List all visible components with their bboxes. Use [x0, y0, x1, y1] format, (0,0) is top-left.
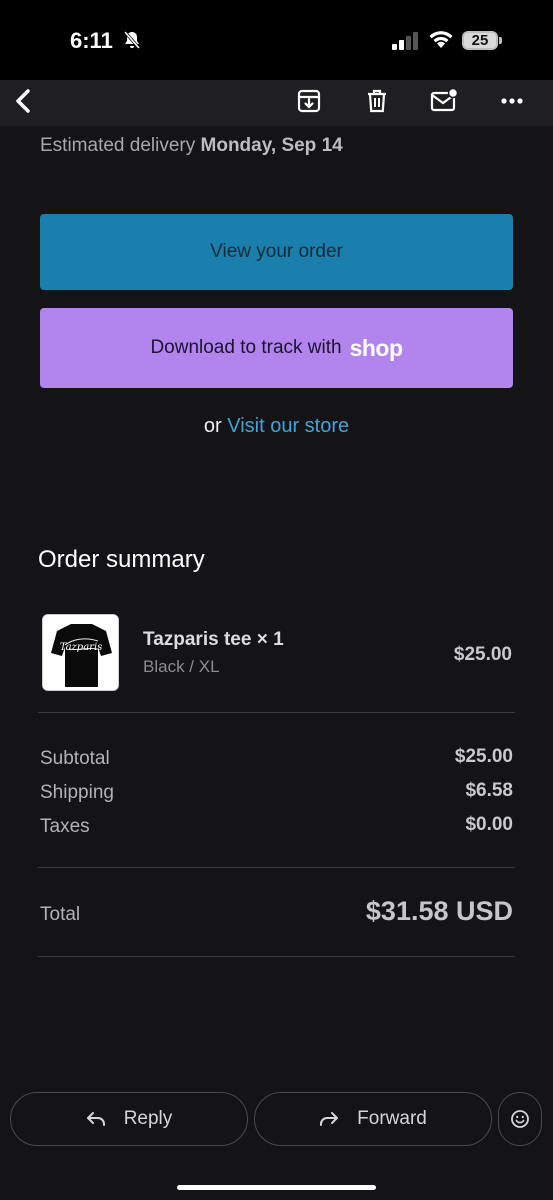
- total-label: Total: [40, 904, 81, 925]
- forward-label: Forward: [357, 1108, 427, 1129]
- subtotal-label: Subtotal: [40, 748, 110, 769]
- download-shop-label: Download to track with: [150, 337, 342, 358]
- delivery-date: Monday, Sep 14: [200, 135, 343, 156]
- total-value: $31.58 USD: [365, 896, 513, 926]
- shipping-value: $6.58: [465, 780, 513, 801]
- shop-logo: shop: [349, 334, 403, 361]
- visit-store-link[interactable]: Visit our store: [227, 415, 349, 437]
- taxes-value: $0.00: [465, 814, 513, 835]
- emoji-icon[interactable]: [498, 1092, 542, 1146]
- reply-label: Reply: [123, 1108, 173, 1129]
- taxes-label: Taxes: [40, 816, 90, 837]
- wifi-icon: [428, 29, 454, 54]
- visit-store-line: or Visit our store: [0, 415, 553, 438]
- product-name: Tazparis tee × 1: [143, 629, 284, 650]
- home-indicator: [177, 1185, 376, 1190]
- clock: 6:11: [70, 28, 113, 53]
- more-icon[interactable]: [496, 85, 528, 117]
- thumb-brand-text: Tazparis: [60, 642, 103, 653]
- delivery-label: Estimated delivery: [40, 135, 196, 156]
- divider: [38, 867, 515, 868]
- download-shop-button[interactable]: Download to track with shop: [40, 308, 513, 388]
- status-bar: 6:11 25: [0, 0, 553, 80]
- estimated-delivery: Estimated delivery Monday, Sep 14: [40, 135, 343, 157]
- bell-muted-icon: [122, 30, 142, 55]
- subtotal-value: $25.00: [454, 746, 513, 767]
- visit-prefix: or: [203, 415, 222, 437]
- battery-indicator: 25: [462, 31, 498, 50]
- cellular-signal-icon: [392, 32, 420, 55]
- forward-button[interactable]: Forward: [254, 1092, 492, 1146]
- product-thumbnail[interactable]: Tazparis: [42, 614, 119, 691]
- mail-toolbar: [0, 80, 553, 126]
- reply-bar: Reply Forward: [0, 1090, 553, 1200]
- mail-unread-icon[interactable]: [428, 85, 460, 117]
- divider: [38, 712, 515, 713]
- reply-button[interactable]: Reply: [10, 1092, 248, 1146]
- back-chevron-icon[interactable]: [8, 85, 40, 117]
- battery-tip: [499, 37, 502, 44]
- view-order-button[interactable]: View your order: [40, 214, 513, 290]
- divider: [38, 956, 515, 957]
- product-variant: Black / XL: [143, 657, 220, 676]
- archive-icon[interactable]: [293, 85, 325, 117]
- shipping-label: Shipping: [40, 782, 114, 803]
- trash-icon[interactable]: [361, 85, 393, 117]
- forward-icon: [320, 1112, 339, 1126]
- product-price: $25.00: [453, 644, 512, 665]
- reply-icon: [86, 1112, 105, 1126]
- order-summary-title: Order summary: [38, 546, 205, 573]
